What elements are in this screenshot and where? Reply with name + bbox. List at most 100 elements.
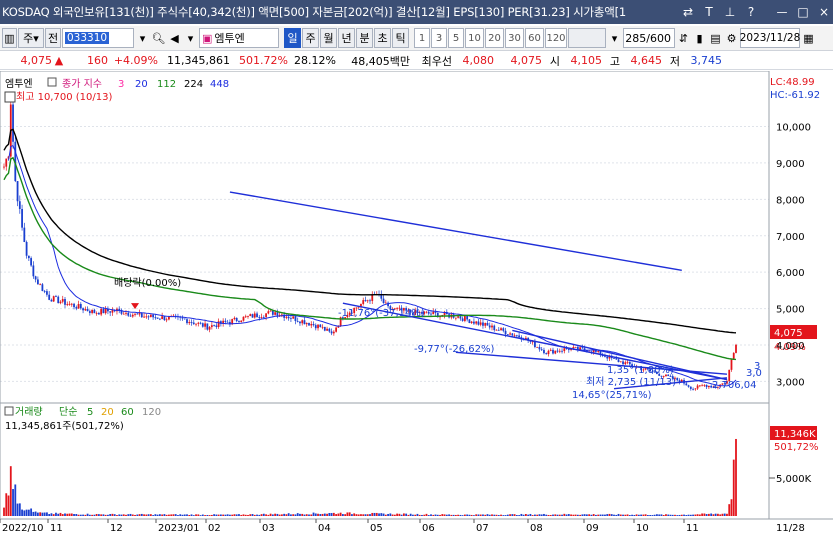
period-minute-tab[interactable]: 분: [356, 28, 373, 48]
volume-bar: [206, 514, 209, 516]
candle-body: [466, 316, 469, 320]
chart-svg[interactable]: 엠투엔 종가 지수 3 20 112 224 448 LC:48.99 HC:-…: [0, 70, 833, 543]
interval-30[interactable]: 30: [505, 28, 524, 48]
volume-bar: [73, 514, 75, 516]
volume-bar: [319, 514, 322, 516]
volume-bar: [649, 515, 652, 516]
volume-bar: [341, 514, 344, 516]
period-year-tab[interactable]: 년: [338, 28, 355, 48]
volume-bar: [561, 514, 563, 516]
stock-name-field[interactable]: ▣ 엠투엔: [199, 28, 279, 48]
volume-bar: [380, 513, 383, 516]
volume-bar: [267, 514, 270, 516]
compare-icon[interactable]: ⇵: [676, 28, 691, 48]
volume-ratio: 501.72%: [239, 54, 288, 67]
volume-bar: [9, 466, 12, 516]
volume-bar: [249, 514, 252, 516]
jeon-button[interactable]: 전: [45, 28, 61, 48]
price-change-pct: +4.09%: [113, 54, 158, 67]
candle-body: [545, 353, 548, 355]
gear-icon[interactable]: ⚙: [724, 28, 739, 48]
close-icon[interactable]: ×: [815, 3, 833, 21]
volume-bar: [583, 514, 586, 516]
link-icon[interactable]: ⇄: [679, 3, 697, 21]
candle-body: [195, 323, 197, 325]
period-second-tab[interactable]: 초: [374, 28, 391, 48]
candle-body: [168, 316, 170, 320]
candle-body: [502, 328, 505, 331]
candle-body: [504, 330, 507, 335]
volume-bar: [113, 514, 116, 516]
candle-body: [434, 311, 437, 313]
interval-custom-input[interactable]: [568, 28, 606, 48]
period-day-tab[interactable]: 일: [284, 28, 301, 48]
period-week-tab[interactable]: 주: [302, 28, 319, 48]
volume-bar: [131, 514, 134, 516]
candle-body: [534, 341, 536, 348]
period-month-tab[interactable]: 월: [320, 28, 337, 48]
candle-body: [581, 347, 584, 349]
volume-bar: [479, 514, 482, 516]
chevron-down-icon[interactable]: ▾: [183, 28, 198, 48]
ma-period-20: 20: [135, 79, 148, 90]
interval-5[interactable]: 5: [448, 28, 464, 48]
speaker-icon[interactable]: ◀: [167, 28, 182, 48]
candle-body: [21, 209, 23, 228]
save-icon[interactable]: ▤: [708, 28, 723, 48]
minimize-icon[interactable]: ㅡ: [773, 3, 791, 21]
volume-bar: [97, 514, 100, 516]
candle-body: [549, 349, 552, 351]
dropdown-icon[interactable]: ▾: [135, 28, 150, 48]
interval-1[interactable]: 1: [414, 28, 430, 48]
candle-body: [158, 318, 161, 320]
volume-bar: [717, 513, 719, 516]
volume-bar: [100, 514, 103, 516]
pin-icon[interactable]: ⊥: [721, 3, 739, 21]
help-icon[interactable]: ?: [742, 3, 760, 21]
volume-bar: [491, 514, 493, 516]
interval-3[interactable]: 3: [431, 28, 447, 48]
volume-bar: [468, 514, 471, 516]
checkbox-icon[interactable]: [47, 77, 57, 87]
candle-body: [48, 294, 51, 300]
calendar-icon[interactable]: ▦: [801, 28, 816, 48]
checkbox-icon[interactable]: [4, 406, 14, 416]
stock-code-input[interactable]: 033310: [62, 28, 134, 48]
volume-bar: [547, 514, 550, 516]
candle-body: [77, 304, 80, 309]
chevron-down-icon[interactable]: ▾: [607, 28, 622, 48]
candle-body: [692, 388, 694, 390]
candle-body: [165, 319, 168, 321]
volume-bar: [34, 511, 37, 516]
candle-body: [698, 385, 701, 387]
maximize-icon[interactable]: □: [794, 3, 812, 21]
period-tick-tab[interactable]: 틱: [392, 28, 409, 48]
search-icon[interactable]: 🔍︎: [151, 28, 166, 48]
layout-icon[interactable]: ▥: [2, 28, 17, 48]
volume-bar: [497, 515, 500, 516]
volume-bar: [576, 514, 579, 516]
trendline-upper[interactable]: [229, 191, 682, 272]
annotation-right-num2: 3,0: [746, 368, 762, 379]
interval-20[interactable]: 20: [485, 28, 504, 48]
bar-chart-icon[interactable]: ▮: [692, 28, 707, 48]
candle-body: [145, 316, 148, 318]
volume-bar: [305, 514, 308, 516]
peak-marker-icon: [4, 91, 16, 103]
interval-120[interactable]: 120: [545, 28, 567, 48]
market-type-select[interactable]: 주 ▾: [18, 28, 44, 48]
bar-count-input[interactable]: 285/600: [623, 28, 675, 48]
candle-body: [242, 316, 245, 321]
volume-bar: [172, 514, 175, 516]
stock-chart[interactable]: 엠투엔 종가 지수 3 20 112 224 448 LC:48.99 HC:-…: [0, 70, 833, 543]
font-icon[interactable]: T: [700, 3, 718, 21]
volume-bar: [527, 514, 530, 516]
volume-bar: [68, 513, 71, 516]
volume-bar: [701, 513, 704, 516]
interval-10[interactable]: 10: [465, 28, 484, 48]
interval-60[interactable]: 60: [525, 28, 544, 48]
candle-body: [217, 321, 220, 328]
volume-bar: [635, 514, 638, 516]
date-input[interactable]: 2023/11/28: [740, 28, 800, 48]
candle-body: [208, 327, 211, 330]
